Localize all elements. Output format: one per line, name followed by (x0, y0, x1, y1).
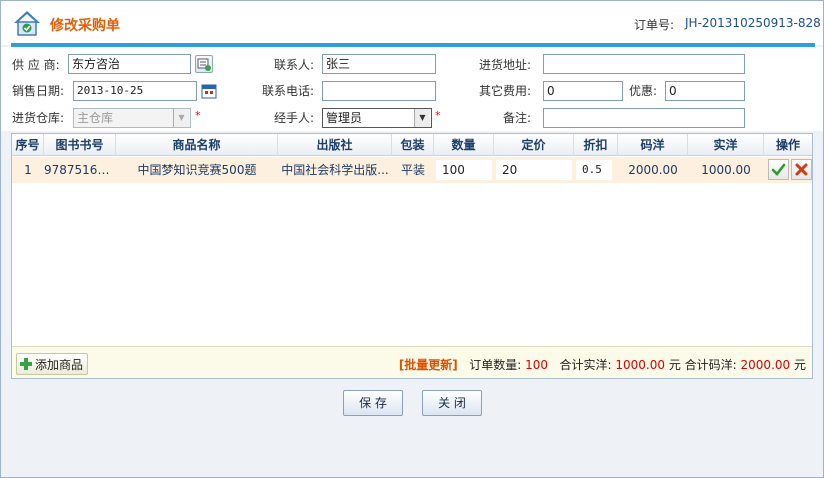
discount-label: 优惠: (629, 84, 658, 98)
handler-value: 管理员 (326, 111, 363, 125)
col-header-qty: 数量 (434, 134, 494, 156)
delete-row-button[interactable] (791, 159, 812, 180)
supplier-label: 供 应 商: (12, 58, 60, 72)
qty-input[interactable]: 100 (436, 160, 492, 180)
dropdown-arrow-icon[interactable]: ▼ (414, 109, 430, 127)
required-mark: * (195, 109, 201, 122)
list-total-label: 合计码洋: (684, 358, 737, 372)
net-total-unit: 元 (668, 358, 681, 372)
warehouse-label: 进货仓库: (12, 111, 65, 125)
dropdown-arrow-icon: ▼ (173, 109, 189, 127)
order-number: JH-201310250913-828 (685, 16, 821, 30)
net-total-label: 合计实洋: (559, 358, 612, 372)
row-net-total: 1000.00 (701, 163, 751, 177)
warehouse-value: 主仓库 (77, 111, 114, 125)
table-row[interactable]: 1 97875161... 中国梦知识竞赛500题 中国社会科学出版... 平装… (12, 157, 812, 183)
required-mark: * (435, 109, 441, 122)
calendar-icon (201, 84, 217, 99)
discount-rate-input[interactable]: 0.5 (576, 160, 612, 180)
list-total-unit: 元 (793, 358, 806, 372)
contact-input[interactable]: 张三 (322, 54, 436, 74)
dialog-window: 修改采购单 订单号: JH-201310250913-828 供 应 商: 东方… (0, 0, 824, 478)
col-header-name: 商品名称 (116, 134, 278, 156)
calendar-button[interactable] (201, 83, 217, 99)
row-list-total: 2000.00 (628, 163, 678, 177)
sale-date-label: 销售日期: (12, 84, 65, 98)
list-total-value: 2000.00 (740, 358, 791, 372)
phone-label: 联系电话: (262, 84, 315, 98)
warehouse-select: 主仓库 ▼ (73, 108, 191, 128)
address-input[interactable] (543, 54, 745, 74)
price-input[interactable]: 20 (496, 160, 572, 180)
order-number-label: 订单号: (634, 18, 675, 32)
other-fee-input[interactable]: 0 (543, 81, 623, 101)
supplier-picker-icon (197, 58, 211, 71)
col-header-publisher: 出版社 (278, 134, 392, 156)
col-header-isbn: 图书书号 (44, 134, 116, 156)
batch-update-link[interactable]: [批量更新] (399, 358, 458, 372)
qty-total-label: 订单数量: (469, 358, 522, 372)
other-fee-label: 其它费用: (479, 84, 532, 98)
delete-icon (795, 163, 808, 176)
row-no: 1 (24, 163, 32, 177)
title-bar: 修改采购单 订单号: JH-201310250913-828 (1, 1, 823, 45)
add-product-button[interactable]: 添加商品 (16, 353, 89, 375)
sale-date-input[interactable]: 2013-10-25 (73, 81, 197, 101)
handler-label: 经手人: (274, 111, 315, 125)
house-logo-icon (14, 11, 40, 36)
close-button[interactable]: 关 闭 (422, 390, 482, 416)
row-isbn: 97875161... (44, 163, 116, 177)
col-header-net-total: 实洋 (688, 134, 764, 156)
col-header-price: 定价 (494, 134, 574, 156)
col-header-list-total: 码洋 (618, 134, 688, 156)
check-icon (771, 163, 786, 176)
qty-total-value: 100 (525, 358, 549, 372)
row-name: 中国梦知识竞赛500题 (137, 163, 257, 177)
col-header-actions: 操作 (775, 138, 800, 152)
discount-input[interactable]: 0 (665, 81, 745, 101)
grid-header: 序号 图书书号 商品名称 出版社 包装 数量 定价 折扣 码洋 实洋 操作 (12, 134, 812, 156)
save-button[interactable]: 保 存 (343, 390, 403, 416)
grid-footer: 添加商品 [批量更新] 订单数量: 100 合计实洋: 1000.00 元 合计… (12, 346, 812, 378)
contact-label: 联系人: (274, 58, 315, 72)
add-product-label: 添加商品 (35, 357, 84, 372)
col-header-discount: 折扣 (574, 134, 618, 156)
col-header-no: 序号 (12, 134, 44, 156)
order-form: 供 应 商: 东方咨治 联系人: 张三 进货地址: 销售日期: 2013-10-… (1, 47, 823, 131)
confirm-row-button[interactable] (768, 159, 789, 180)
supplier-picker-button[interactable] (195, 55, 213, 73)
net-total-value: 1000.00 (615, 358, 665, 372)
product-grid: 序号 图书书号 商品名称 出版社 包装 数量 定价 折扣 码洋 实洋 操作 1 … (11, 133, 813, 379)
remark-input[interactable] (543, 108, 745, 128)
phone-input[interactable] (322, 81, 436, 101)
row-packing: 平装 (400, 163, 425, 177)
page-title: 修改采购单 (50, 18, 120, 34)
order-summary: [批量更新] 订单数量: 100 合计实洋: 1000.00 元 合计码洋: 2… (399, 356, 806, 373)
handler-select[interactable]: 管理员 ▼ (322, 108, 432, 128)
col-header-packing: 包装 (392, 134, 434, 156)
row-publisher: 中国社会科学出版... (281, 163, 389, 177)
supplier-input[interactable]: 东方咨治 (68, 54, 191, 74)
plus-icon (20, 358, 32, 370)
address-label: 进货地址: (479, 58, 532, 72)
remark-label: 备注: (503, 111, 532, 125)
